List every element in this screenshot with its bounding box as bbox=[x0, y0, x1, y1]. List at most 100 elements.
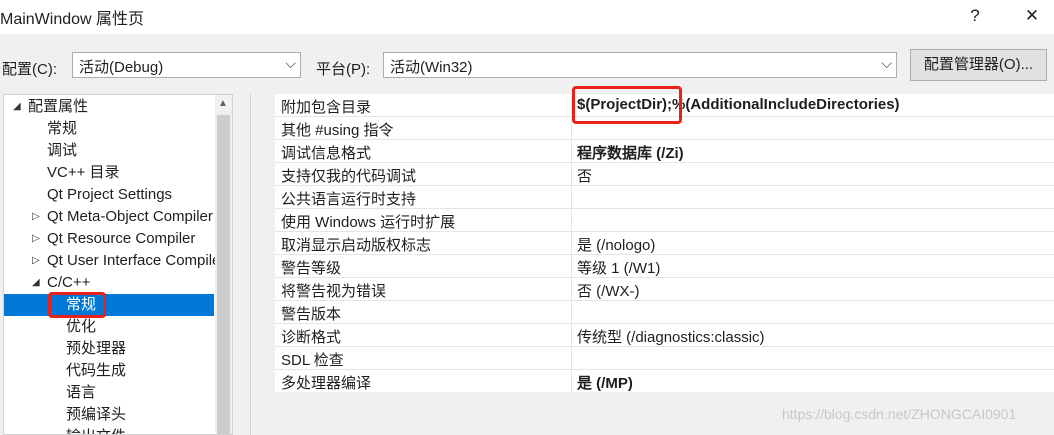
property-name: 将警告视为错误 bbox=[281, 283, 387, 300]
tree-item-label: 配置属性 bbox=[28, 98, 89, 115]
property-row[interactable]: 支持仅我的代码调试 否 bbox=[275, 163, 1054, 186]
column-divider bbox=[571, 347, 572, 369]
property-row[interactable]: 警告版本 bbox=[275, 301, 1054, 324]
tree-item-label: 输出文件 bbox=[66, 426, 126, 434]
property-name: SDL 检查 bbox=[281, 352, 344, 369]
config-value: 活动(Debug) bbox=[79, 59, 164, 76]
tree-item[interactable]: ◢ C/C++ bbox=[4, 272, 214, 294]
property-grid: 附加包含目录 $(ProjectDir);%(AdditionalIncludeD… bbox=[250, 94, 1054, 435]
column-divider bbox=[571, 186, 572, 208]
tree-item-label: Qt User Interface Compiler bbox=[47, 252, 226, 269]
tree-item-label: 常规 bbox=[47, 120, 78, 137]
scroll-up-icon[interactable]: ▲ bbox=[218, 98, 228, 109]
collapse-arrow-icon[interactable]: ◢ bbox=[32, 272, 40, 294]
property-name: 取消显示启动版权标志 bbox=[281, 237, 432, 254]
property-value[interactable]: 是 (/nologo) bbox=[577, 234, 655, 255]
tree-item[interactable]: ▷ Qt User Interface Compiler bbox=[4, 250, 225, 272]
property-tree[interactable]: ◢ 配置属性 常规 调试 VC++ 目录 Qt Project Settings ▷ Qt M… bbox=[3, 94, 233, 435]
property-name: 公共语言运行时支持 bbox=[281, 191, 417, 208]
property-value[interactable]: 否 bbox=[577, 165, 592, 186]
tree-item-label: VC++ 目录 bbox=[47, 164, 120, 181]
tree-item[interactable]: 输出文件 bbox=[4, 426, 214, 434]
configuration-bar: 配置(C): 活动(Debug) ⌵ 平台(P): 活动(Win32) ⌵ 配置… bbox=[0, 46, 1054, 86]
property-name: 警告版本 bbox=[281, 306, 342, 323]
property-row[interactable]: 诊断格式 传统型 (/diagnostics:classic) bbox=[275, 324, 1054, 347]
tree-item[interactable]: ▷ Qt Resource Compiler bbox=[4, 228, 214, 250]
tree-item-label: 代码生成 bbox=[66, 362, 127, 379]
tree-item-label: 优化 bbox=[66, 318, 97, 335]
chevron-down-icon: ⌵ bbox=[285, 55, 296, 71]
platform-value: 活动(Win32) bbox=[390, 59, 473, 76]
property-value[interactable]: 程序数据库 (/Zi) bbox=[577, 142, 684, 163]
help-button[interactable]: ? bbox=[955, 2, 995, 30]
tree-item[interactable]: 调试 bbox=[4, 140, 214, 162]
tree-item[interactable]: 语言 bbox=[4, 382, 214, 404]
property-name: 诊断格式 bbox=[281, 329, 342, 346]
property-name: 其他 #using 指令 bbox=[281, 122, 394, 139]
tree-item[interactable]: 预编译头 bbox=[4, 404, 214, 426]
highlight-box bbox=[48, 292, 106, 318]
property-value[interactable]: 传统型 (/diagnostics:classic) bbox=[577, 326, 765, 347]
expand-arrow-icon[interactable]: ▷ bbox=[32, 228, 40, 250]
tree-item[interactable]: Qt Project Settings bbox=[4, 184, 214, 206]
tree-item-label: C/C++ bbox=[47, 274, 91, 291]
property-name: 附加包含目录 bbox=[281, 99, 372, 116]
property-name: 调试信息格式 bbox=[281, 145, 372, 162]
property-row[interactable]: 警告等级 等级 1 (/W1) bbox=[275, 255, 1054, 278]
tree-item-label: 预编译头 bbox=[66, 406, 127, 423]
tree-item-label: 预处理器 bbox=[66, 340, 127, 357]
tree-item[interactable]: VC++ 目录 bbox=[4, 162, 214, 184]
expand-arrow-icon[interactable]: ▷ bbox=[32, 250, 40, 272]
tree-item-label: Qt Resource Compiler bbox=[47, 230, 196, 247]
tree-item[interactable]: 常规 bbox=[4, 118, 214, 140]
property-name: 警告等级 bbox=[281, 260, 342, 277]
column-divider bbox=[571, 301, 572, 323]
property-value[interactable]: 是 (/MP) bbox=[577, 372, 633, 393]
watermark: https://blog.csdn.net/ZHONGCAI0901 bbox=[782, 406, 1017, 422]
column-divider bbox=[571, 163, 572, 185]
tree-item[interactable]: 常规 bbox=[4, 294, 214, 316]
column-divider bbox=[571, 370, 572, 392]
column-divider bbox=[571, 255, 572, 277]
config-label: 配置(C): bbox=[2, 61, 57, 78]
property-row[interactable]: SDL 检查 bbox=[275, 347, 1054, 370]
tree-scrollbar[interactable]: ▲ bbox=[215, 95, 232, 434]
config-dropdown[interactable]: 活动(Debug) ⌵ bbox=[72, 52, 301, 78]
property-row[interactable]: 公共语言运行时支持 bbox=[275, 186, 1054, 209]
configuration-manager-button[interactable]: 配置管理器(O)... bbox=[910, 49, 1047, 81]
column-divider bbox=[571, 140, 572, 162]
grid-gutter bbox=[251, 94, 275, 392]
tree-item[interactable]: 预处理器 bbox=[4, 338, 214, 360]
window-title: MainWindow 属性页 bbox=[0, 11, 145, 28]
expand-arrow-icon[interactable]: ▷ bbox=[32, 206, 40, 228]
property-value[interactable]: 等级 1 (/W1) bbox=[577, 257, 660, 278]
title-bar: MainWindow 属性页 ? ✕ bbox=[0, 0, 1054, 34]
platform-label: 平台(P): bbox=[316, 61, 371, 78]
tree-item[interactable]: ▷ Qt Meta-Object Compiler bbox=[4, 206, 214, 228]
tree-item-label: 调试 bbox=[47, 142, 78, 159]
property-row[interactable]: 使用 Windows 运行时扩展 bbox=[275, 209, 1054, 232]
property-name: 多处理器编译 bbox=[281, 375, 372, 392]
close-button[interactable]: ✕ bbox=[1012, 2, 1052, 30]
platform-dropdown[interactable]: 活动(Win32) ⌵ bbox=[383, 52, 897, 78]
column-divider bbox=[571, 209, 572, 231]
property-row[interactable]: 取消显示启动版权标志 是 (/nologo) bbox=[275, 232, 1054, 255]
tree-item-label: Qt Project Settings bbox=[47, 186, 173, 203]
collapse-arrow-icon[interactable]: ◢ bbox=[13, 96, 21, 118]
property-value[interactable]: 否 (/WX-) bbox=[577, 280, 639, 301]
tree-item[interactable]: 优化 bbox=[4, 316, 214, 338]
column-divider bbox=[571, 232, 572, 254]
chevron-down-icon: ⌵ bbox=[881, 55, 892, 71]
property-name: 使用 Windows 运行时扩展 bbox=[281, 214, 456, 231]
column-divider bbox=[571, 278, 572, 300]
tree-item[interactable]: 代码生成 bbox=[4, 360, 214, 382]
tree-item[interactable]: ◢ 配置属性 bbox=[4, 96, 214, 118]
tree-scrollbar-thumb[interactable] bbox=[217, 115, 230, 434]
column-divider bbox=[571, 324, 572, 346]
property-row[interactable]: 调试信息格式 程序数据库 (/Zi) bbox=[275, 140, 1054, 163]
property-row[interactable]: 多处理器编译 是 (/MP) bbox=[275, 370, 1054, 393]
highlight-box bbox=[572, 86, 682, 124]
property-row[interactable]: 将警告视为错误 否 (/WX-) bbox=[275, 278, 1054, 301]
tree-item-label: Qt Meta-Object Compiler bbox=[47, 208, 213, 225]
property-name: 支持仅我的代码调试 bbox=[281, 168, 417, 185]
